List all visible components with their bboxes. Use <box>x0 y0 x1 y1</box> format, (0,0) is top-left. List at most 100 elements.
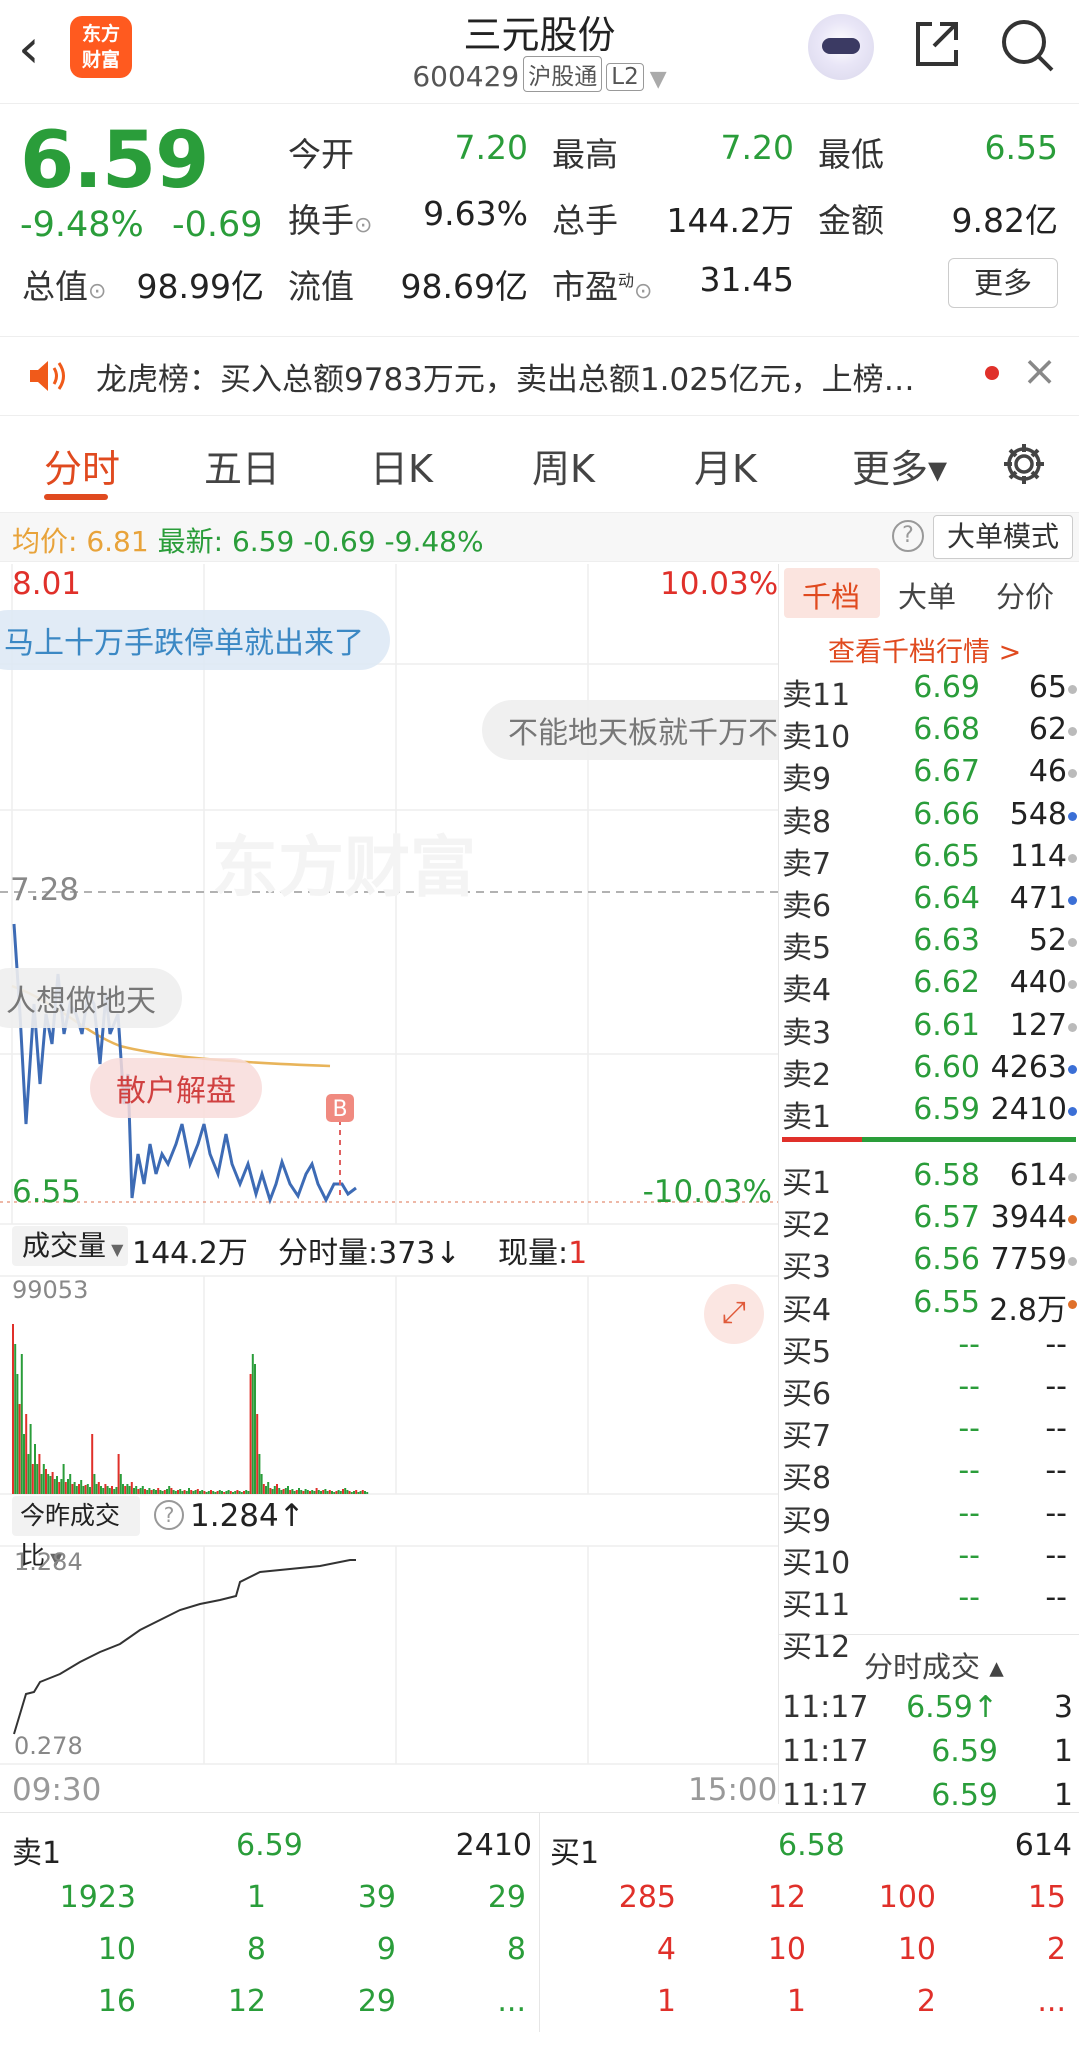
time-start: 09:30 <box>12 1772 102 1808</box>
sell-level-volume: 127 <box>1009 1007 1067 1043</box>
buy-order-row[interactable]: 买1 6.58 614 <box>782 1158 1077 1201</box>
sell-level-label: 卖4 <box>782 973 832 1009</box>
settings-gear-icon[interactable] <box>1000 440 1048 488</box>
market-cap-value: 98.99亿 <box>136 267 264 306</box>
volume-bar <box>210 1490 212 1494</box>
volume-indicator-select[interactable]: 成交量 ▼ <box>12 1226 128 1266</box>
buy-order-row[interactable]: 买5 -- -- <box>782 1326 1077 1370</box>
volume-bar <box>104 1484 107 1494</box>
buy-order-row[interactable]: 买3 6.56 7759 <box>782 1242 1077 1285</box>
sell-order-row[interactable]: 卖4 6.62 440 <box>782 965 1077 1009</box>
sell-order-row[interactable]: 卖10 6.68 62 <box>782 712 1077 755</box>
tick-row[interactable]: 11:17 6.59 1 <box>782 1778 1077 1820</box>
volume-bar <box>262 1484 265 1494</box>
volume-bar <box>192 1491 195 1494</box>
tab-thousand-level[interactable]: 千档 <box>802 574 860 616</box>
comment-bubble[interactable]: 马上十万手跌停单就出来了 <box>0 610 390 670</box>
volume-bar <box>155 1490 157 1494</box>
view-thousand-level-link[interactable]: 查看千档行情 > <box>828 630 1021 669</box>
buy-order-row[interactable]: 买2 6.57 3944 <box>782 1200 1077 1243</box>
more-quote-button[interactable]: 更多 <box>948 258 1058 308</box>
ratio-indicator-select[interactable]: 今昨成交比 ▼ <box>12 1496 140 1570</box>
tick-volume: 3 <box>1053 1690 1073 1725</box>
tab-large-order[interactable]: 大单 <box>898 574 956 616</box>
sell-level-volume: 52 <box>1028 923 1067 959</box>
buy-level-dot <box>1068 1257 1077 1267</box>
buy-level-volume: -- <box>1045 1537 1067 1573</box>
info-dots-icon[interactable]: ⊙ <box>634 279 652 304</box>
info-dots-icon[interactable]: ⊙ <box>88 279 106 304</box>
sell-order-row[interactable]: 卖8 6.66 548 <box>782 796 1077 840</box>
share-icon[interactable] <box>910 18 962 70</box>
sell-level-price: 6.66 <box>913 796 980 832</box>
volume-bar <box>42 1464 45 1494</box>
tab-monthly-k[interactable]: 月K <box>694 438 757 493</box>
volume-bar <box>36 1464 39 1494</box>
tab-intraday[interactable]: 分时 <box>44 438 120 493</box>
sell-order-row[interactable]: 卖11 6.69 65 <box>782 670 1077 713</box>
tick-time: 11:17 <box>782 1778 869 1813</box>
info-dots-icon[interactable]: ⊙ <box>354 213 372 238</box>
help-icon[interactable]: ? <box>154 1500 184 1530</box>
assistant-avatar-icon[interactable] <box>808 14 874 80</box>
comment-bubble[interactable]: 散户解盘 <box>90 1058 262 1118</box>
volume-bar <box>322 1490 325 1494</box>
tick-row[interactable]: 11:17 6.59 1 <box>782 1734 1077 1776</box>
sell-order-row[interactable]: 卖5 6.63 52 <box>782 923 1077 966</box>
sell-level-price: 6.62 <box>913 965 980 1001</box>
volume-bar <box>218 1490 221 1494</box>
turnover-label-text: 换手 <box>288 201 354 240</box>
sell-level-dot <box>1068 769 1077 779</box>
volume-value: 144.2万 <box>666 201 794 240</box>
sell-order-row[interactable]: 卖2 6.60 4263 <box>782 1050 1077 1093</box>
buy-order-row[interactable]: 买12 <box>782 1622 1077 1665</box>
buy-level-volume: 2.8万 <box>989 1292 1067 1328</box>
buy-order-row[interactable]: 买7 -- -- <box>782 1411 1077 1454</box>
buy-order-row[interactable]: 买11 -- -- <box>782 1580 1077 1623</box>
sell-order-row[interactable]: 卖6 6.64 471 <box>782 881 1077 924</box>
volume-bar <box>366 1492 369 1494</box>
volume-bar <box>93 1474 96 1494</box>
tab-daily-k[interactable]: 日K <box>370 438 433 493</box>
sell-order-row[interactable]: 卖3 6.61 127 <box>782 1007 1077 1051</box>
buy-order-row[interactable]: 买6 -- -- <box>782 1369 1077 1412</box>
comment-bubble[interactable]: 人想做地天 <box>0 968 182 1028</box>
buy-marker[interactable]: B <box>332 1097 347 1122</box>
expand-icon[interactable]: ⤢ <box>704 1284 764 1344</box>
tick-row[interactable]: 11:17 6.59↑ 3 <box>782 1690 1077 1732</box>
close-notice-icon[interactable]: × <box>1022 346 1057 395</box>
sell-order-row[interactable]: 卖9 6.67 46 <box>782 754 1077 797</box>
dropdown-icon[interactable]: ▼ <box>650 67 667 92</box>
volume-bar <box>254 1364 256 1494</box>
volume-bar <box>49 1476 52 1494</box>
tab-more[interactable]: 更多▾ <box>852 438 947 493</box>
search-icon[interactable] <box>998 16 1056 74</box>
buy-level-volume: -- <box>1045 1495 1067 1531</box>
sell-queue-cell: 8 <box>246 1932 266 1967</box>
sell-level-label: 卖3 <box>782 1015 832 1051</box>
comment-bubble[interactable]: 不能地天板就千万不 <box>482 700 778 760</box>
buy-order-row[interactable]: 买9 -- -- <box>782 1495 1077 1539</box>
buy-order-row[interactable]: 买4 6.55 2.8万 <box>782 1285 1077 1328</box>
help-icon[interactable]: ? <box>892 520 924 552</box>
volume-bar <box>106 1486 109 1494</box>
buy-level-volume: -- <box>1045 1326 1067 1362</box>
buy-order-row[interactable]: 买10 -- -- <box>782 1537 1077 1581</box>
volume-bar <box>337 1490 340 1494</box>
tab-five-day[interactable]: 五日 <box>204 438 280 493</box>
tick-time: 11:17 <box>782 1690 869 1725</box>
sell-order-row[interactable]: 卖7 6.65 114 <box>782 839 1077 882</box>
volume-total: 144.2万 <box>132 1236 248 1271</box>
big-order-mode-button[interactable]: 大单模式 <box>933 515 1073 559</box>
tab-price-distribution[interactable]: 分价 <box>996 574 1054 616</box>
volume-bar <box>183 1490 186 1494</box>
volume-bar <box>108 1488 111 1494</box>
tab-weekly-k[interactable]: 周K <box>532 438 595 493</box>
buy-order-row[interactable]: 买8 -- -- <box>782 1453 1077 1496</box>
volume-bar <box>205 1492 208 1494</box>
buy-level-price: -- <box>958 1411 980 1447</box>
sell-order-row[interactable]: 卖1 6.59 2410 <box>782 1092 1077 1135</box>
interval-volume: 分时量:373↓ <box>278 1228 461 1272</box>
volume-bar <box>245 1490 248 1494</box>
sell-queue-cell: 29 <box>357 1984 396 2019</box>
